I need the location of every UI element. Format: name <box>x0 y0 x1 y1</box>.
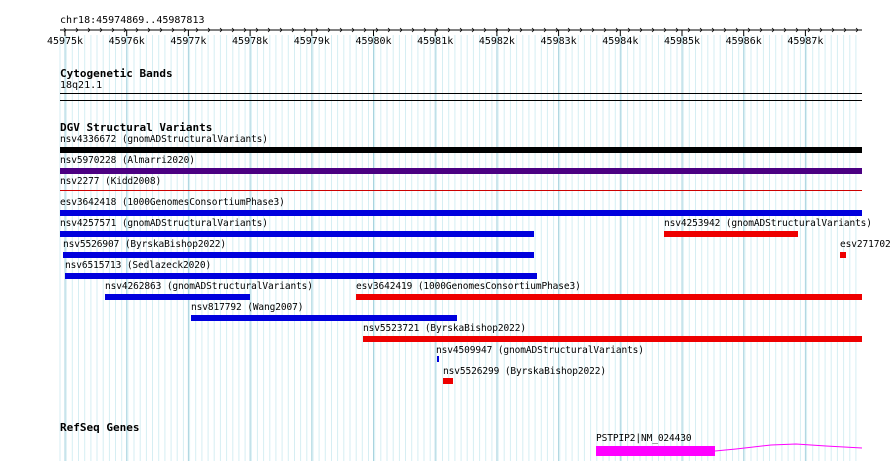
ruler-tick-label: 45981k <box>417 36 453 47</box>
ruler-tick-label: 45986k <box>726 36 762 47</box>
dgv-feature-bar[interactable] <box>664 231 798 237</box>
ruler-tick-label: 45984k <box>602 36 638 47</box>
dgv-track-title: DGV Structural Variants <box>60 121 213 134</box>
dgv-feature-bar[interactable] <box>363 336 862 342</box>
genome-browser-view[interactable]: chr18:45974869..45987813 45975k 45976k 459… <box>0 0 890 461</box>
dgv-feature-bar[interactable] <box>60 231 534 237</box>
cytoband-track-title: Cytogenetic Bands <box>60 67 173 80</box>
ruler-tick-label: 45985k <box>664 36 700 47</box>
dgv-feature-label[interactable]: esv3642418 (1000GenomesConsortiumPhase3) <box>60 197 285 208</box>
dgv-feature-label[interactable]: nsv4257571 (gnomADStructuralVariants) <box>60 218 268 229</box>
dgv-feature-bar[interactable] <box>60 147 862 153</box>
dgv-feature-label[interactable]: nsv5970228 (Almarri2020) <box>60 155 195 166</box>
dgv-feature-label[interactable]: nsv5523721 (ByrskaBishop2022) <box>363 323 526 334</box>
dgv-feature-bar[interactable] <box>443 378 453 384</box>
dgv-feature-label[interactable]: nsv817792 (Wang2007) <box>191 302 303 313</box>
dgv-feature-label[interactable]: nsv2277 (Kidd2008) <box>60 176 161 187</box>
ruler-tick-label: 45979k <box>294 36 330 47</box>
dgv-feature-bar[interactable] <box>191 315 457 321</box>
dgv-feature-label[interactable]: esv3642419 (1000GenomesConsortiumPhase3) <box>356 281 581 292</box>
ruler-tick-label: 45976k <box>109 36 145 47</box>
dgv-feature-label[interactable]: nsv4253942 (gnomADStructuralVariants) <box>664 218 872 229</box>
dgv-feature-bar[interactable] <box>63 252 534 258</box>
ruler-tick-label: 45980k <box>355 36 391 47</box>
dgv-feature-label[interactable]: esv2717026 <box>840 239 890 250</box>
gene-model[interactable] <box>596 441 866 461</box>
ruler-tick-label: 45978k <box>232 36 268 47</box>
dgv-feature-label[interactable]: nsv4509947 (gnomADStructuralVariants) <box>436 345 644 356</box>
dgv-feature-bar[interactable] <box>60 168 862 174</box>
gene-exon-block <box>596 446 715 456</box>
dgv-feature-bar[interactable] <box>65 273 537 279</box>
dgv-feature-bar[interactable] <box>60 190 862 191</box>
ruler-tick-label: 45987k <box>787 36 823 47</box>
dgv-feature-bar[interactable] <box>356 294 862 300</box>
ruler-tick-label: 45975k <box>47 36 83 47</box>
dgv-feature-bar[interactable] <box>60 210 862 216</box>
position-ruler[interactable]: 45975k 45976k 45977k 45978k 45979k 45980k 4598… <box>0 22 890 62</box>
dgv-feature-label[interactable]: nsv4262863 (gnomADStructuralVariants) <box>105 281 313 292</box>
dgv-feature-bar[interactable] <box>437 356 439 362</box>
ruler-tick-label: 45982k <box>479 36 515 47</box>
ruler-tick-label: 45983k <box>541 36 577 47</box>
dgv-feature-label[interactable]: nsv4336672 (gnomADStructuralVariants) <box>60 134 268 145</box>
ruler-tick-label: 45977k <box>170 36 206 47</box>
cytoband-line-bottom <box>60 100 862 101</box>
gene-intron-line <box>714 443 863 452</box>
refseq-track-title: RefSeq Genes <box>60 421 140 434</box>
dgv-feature-bar[interactable] <box>105 294 250 300</box>
cytoband-label: 18q21.1 <box>60 80 103 91</box>
dgv-feature-bar[interactable] <box>840 252 846 258</box>
dgv-feature-label[interactable]: nsv5526299 (ByrskaBishop2022) <box>443 366 606 377</box>
dgv-feature-label[interactable]: nsv5526907 (ByrskaBishop2022) <box>63 239 226 250</box>
dgv-feature-label[interactable]: nsv6515713 (Sedlazeck2020) <box>65 260 211 271</box>
cytoband-line-top <box>60 93 862 94</box>
